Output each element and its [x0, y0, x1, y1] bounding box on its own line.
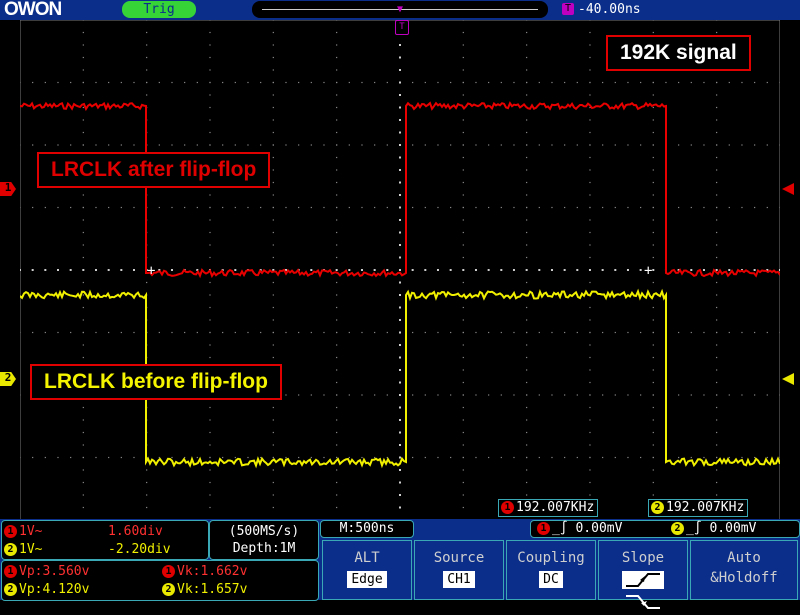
timebase-panel[interactable]: (500MS/s) Depth:1M: [209, 520, 319, 560]
menu-auto-value: &Holdoff: [710, 570, 778, 586]
ch1-offset-marker[interactable]: 1: [0, 182, 16, 196]
ch2-badge: 2: [162, 583, 175, 596]
rising-edge-icon: _∫: [552, 521, 576, 536]
ch2-badge: 2: [4, 543, 17, 556]
ch1-position: 1.60div: [108, 524, 163, 539]
ch1-trigger-level-arrow-icon[interactable]: [782, 183, 794, 195]
ch1-annotation: LRCLK after flip-flop: [37, 152, 271, 188]
ch1-badge: 1: [162, 565, 175, 578]
ch1-measure-row: 1 Vp:3.560v 1 Vk:1.662v: [4, 563, 247, 580]
measurement-panel: 1 Vp:3.560v 1 Vk:1.662v 2 Vp:4.120v 2 Vk:1.657…: [1, 560, 319, 601]
menu-source-button[interactable]: Source CH1: [414, 540, 504, 600]
ch2-badge: 2: [671, 522, 684, 535]
trigger-position-pointer-icon[interactable]: ▼: [395, 5, 405, 15]
menu-auto-title: Auto: [727, 550, 761, 566]
ch1-frequency-value: 192.007KHz: [516, 500, 595, 515]
ch1-trigger-level-value: 0.00mV: [575, 521, 623, 536]
memory-depth: Depth:1M: [232, 541, 296, 556]
ch1-badge: 1: [4, 565, 17, 578]
ch1-scale: 1V~: [19, 524, 43, 539]
trigger-delay-icon: T: [562, 3, 574, 15]
trigger-time-marker-icon[interactable]: T: [395, 20, 409, 35]
menu-alt-button[interactable]: ALT Edge: [322, 540, 412, 600]
menu-auto-holdoff-button[interactable]: Auto &Holdoff: [690, 540, 798, 600]
ch2-scale: 1V~: [19, 542, 43, 557]
menu-alt-value: Edge: [347, 571, 387, 588]
ch2-badge: 2: [651, 501, 664, 514]
channel-settings-panel[interactable]: 1 1V~ 1.60div 2 1V~ -2.20div: [1, 520, 209, 560]
ch2-offset-marker[interactable]: 2: [0, 372, 16, 386]
ch1-vk: Vk:1.662v: [177, 564, 248, 579]
trigger-status-badge: Trig: [122, 1, 196, 18]
trigger-delay-readout: -40.00ns: [578, 2, 641, 17]
menu-coupling-button[interactable]: Coupling DC: [506, 540, 596, 600]
menu-source-value: CH1: [443, 571, 475, 588]
ch2-badge: 2: [4, 583, 17, 596]
ch2-vp: Vp:4.120v: [19, 582, 90, 597]
ch2-vk: Vk:1.657v: [177, 582, 248, 597]
rising-edge-icon: _∫: [686, 521, 710, 536]
ch2-frequency-readout: 2 192.007KHz: [648, 499, 749, 517]
waveform-canvas: + +: [20, 20, 780, 520]
ch1-badge: 1: [537, 522, 550, 535]
trigger-level-readout[interactable]: 1 _∫ 0.00mV 2 _∫ 0.00mV: [530, 520, 800, 538]
ch2-settings-row: 2 1V~ -2.20div: [4, 541, 171, 558]
menu-coupling-title: Coupling: [517, 550, 585, 566]
menu-slope-title: Slope: [621, 550, 665, 566]
ch1-badge: 1: [4, 525, 17, 538]
ch1-vp: Vp:3.560v: [19, 564, 90, 579]
cursor-cross-marker-right: +: [644, 263, 652, 279]
ch2-annotation: LRCLK before flip-flop: [30, 364, 282, 400]
falling-slope-icon[interactable]: [622, 593, 664, 611]
sample-rate: (500MS/s): [228, 524, 300, 539]
ch1-trigger-level: 1 _∫ 0.00mV: [537, 521, 622, 537]
brand-logo: OWON: [4, 0, 62, 20]
ch2-trigger-level-value: 0.00mV: [709, 521, 757, 536]
rising-slope-icon[interactable]: [622, 571, 664, 589]
menu-slope-button[interactable]: Slope: [598, 540, 688, 609]
ch2-frequency-value: 192.007KHz: [666, 500, 745, 515]
cursor-cross-marker-left: +: [147, 263, 155, 279]
menu-coupling-value: DC: [539, 571, 563, 588]
signal-label: 192K signal: [606, 35, 751, 71]
menu-alt-title: ALT: [354, 550, 380, 566]
ch2-position: -2.20div: [108, 542, 171, 557]
ch2-trigger-level-arrow-icon[interactable]: [782, 373, 794, 385]
ch2-trigger-level: 2 _∫ 0.00mV: [671, 521, 756, 537]
horizontal-scale-readout[interactable]: M:500ns: [320, 520, 414, 538]
ch1-settings-row: 1 1V~ 1.60div: [4, 523, 163, 540]
waveform-display[interactable]: + +: [20, 20, 780, 520]
ch1-frequency-readout: 1 192.007KHz: [498, 499, 599, 517]
menu-source-title: Source: [433, 550, 485, 566]
ch2-measure-row: 2 Vp:4.120v 2 Vk:1.657v: [4, 581, 247, 598]
ch1-badge: 1: [501, 501, 514, 514]
